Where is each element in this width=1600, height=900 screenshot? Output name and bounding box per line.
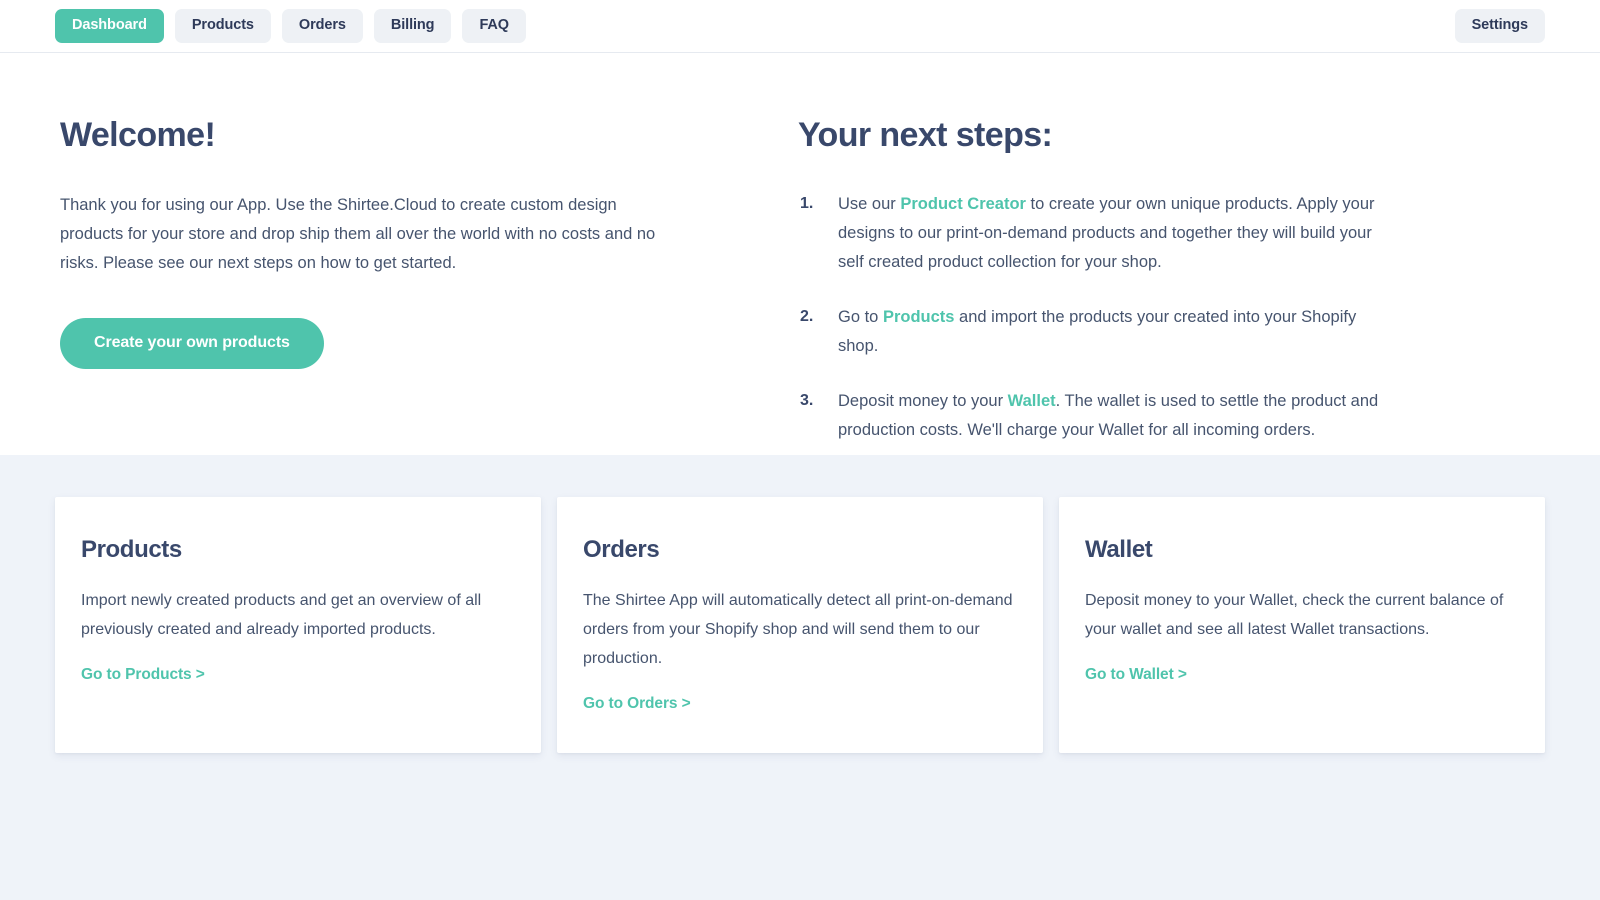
tab-orders[interactable]: Orders (282, 9, 363, 43)
cards-section: Products Import newly created products a… (0, 455, 1600, 900)
wallet-link[interactable]: Wallet (1008, 392, 1056, 410)
products-link[interactable]: Products (883, 308, 955, 326)
card-description: The Shirtee App will automatically detec… (583, 587, 1017, 673)
card-products: Products Import newly created products a… (55, 497, 541, 753)
tab-billing[interactable]: Billing (374, 9, 452, 43)
page-title: Welcome! (60, 117, 795, 154)
settings-button[interactable]: Settings (1455, 9, 1545, 43)
step-number: 2. (800, 303, 813, 331)
welcome-column: Welcome! Thank you for using our App. Us… (55, 53, 795, 455)
card-title: Products (81, 537, 515, 563)
welcome-description: Thank you for using our App. Use the Shi… (60, 191, 675, 278)
tab-products[interactable]: Products (175, 9, 271, 43)
step-text-before: Deposit money to your (838, 392, 1008, 410)
go-to-wallet-link[interactable]: Go to Wallet > (1085, 666, 1187, 684)
card-wallet: Wallet Deposit money to your Wallet, che… (1059, 497, 1545, 753)
next-steps-list: 1.Use our Product Creator to create your… (798, 190, 1545, 444)
step-item-1: 1.Use our Product Creator to create your… (798, 190, 1398, 277)
hero-section: Welcome! Thank you for using our App. Us… (0, 53, 1600, 455)
top-bar-right-group: Settings (1455, 9, 1545, 43)
step-number: 3. (800, 387, 813, 415)
card-description: Deposit money to your Wallet, check the … (1085, 587, 1519, 645)
create-products-button[interactable]: Create your own products (60, 318, 324, 369)
next-steps-column: Your next steps: 1. Use our Product Creat… (795, 53, 1545, 455)
product-creator-link[interactable]: Product Creator (900, 195, 1026, 213)
step-text-before: Use our (838, 195, 900, 213)
cards-row: Products Import newly created products a… (55, 497, 1545, 753)
tab-dashboard[interactable]: Dashboard (55, 9, 164, 43)
next-steps-title: Your next steps: (798, 117, 1545, 154)
card-orders: Orders The Shirtee App will automaticall… (557, 497, 1043, 753)
go-to-products-link[interactable]: Go to Products > (81, 666, 205, 684)
nav-tab-group: Dashboard Products Orders Billing FAQ (55, 9, 526, 43)
step-number: 1. (800, 190, 813, 218)
card-title: Wallet (1085, 537, 1519, 563)
step-text-before: Go to (838, 308, 883, 326)
card-description: Import newly created products and get an… (81, 587, 515, 645)
tab-faq[interactable]: FAQ (462, 9, 526, 43)
step-item-3: 3.Deposit money to your Wallet. The wall… (798, 387, 1398, 445)
top-navigation-bar: Dashboard Products Orders Billing FAQ Se… (0, 0, 1600, 53)
card-title: Orders (583, 537, 1017, 563)
step-item-2: 2.Go to Products and import the products… (798, 303, 1398, 361)
go-to-orders-link[interactable]: Go to Orders > (583, 695, 691, 713)
